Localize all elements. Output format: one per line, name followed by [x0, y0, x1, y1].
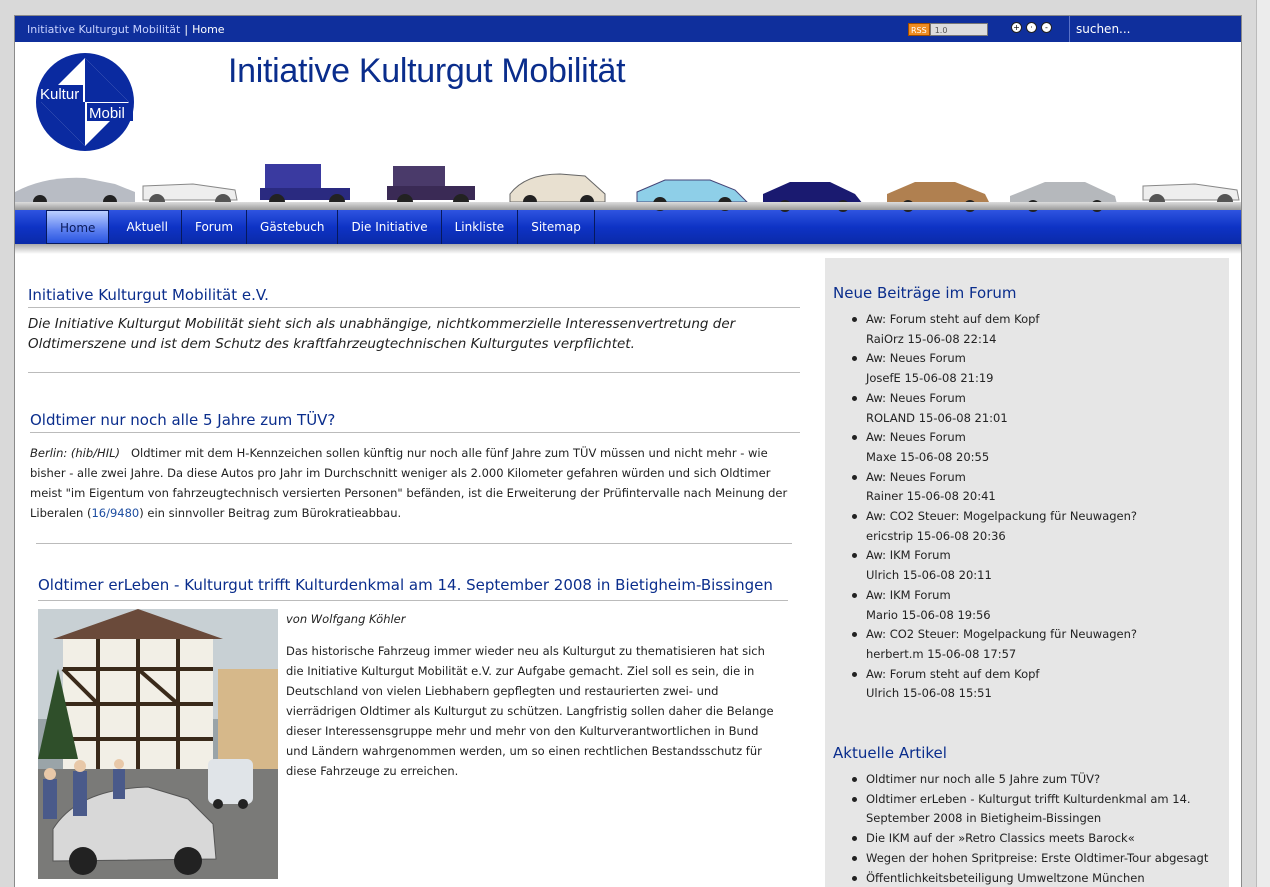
article-list-item[interactable]: Öffentlichkeitsbeteiligung Umweltzone Mü…: [852, 869, 1229, 887]
rss-label: RSS: [908, 23, 930, 36]
forum-post-item: Aw: Neues Forum ROLAND 15-06-08 21:01: [852, 389, 1229, 428]
article-text-b: ) ein sinnvoller Beitrag zum Bürokratiea…: [139, 506, 402, 520]
forum-post-item: Aw: Forum steht auf dem Kopf RaiOrz 15-06…: [852, 310, 1229, 349]
nav-gaestebuch[interactable]: Gästebuch: [247, 210, 339, 244]
article-text-column: von Wolfgang Köhler Das historische Fahr…: [278, 609, 776, 879]
browser-page: Initiative Kulturgut Mobilität | Home RS…: [14, 15, 1242, 887]
article-author: von Wolfgang Köhler: [286, 612, 406, 626]
article-list-item[interactable]: Wegen der hohen Spritpreise: Erste Oldti…: [852, 849, 1229, 869]
forum-post-link[interactable]: Aw: IKM Forum: [866, 588, 951, 602]
article-title[interactable]: Oldtimer erLeben - Kulturgut trifft Kult…: [38, 574, 788, 601]
font-reset-icon[interactable]: ·: [1026, 22, 1037, 33]
forum-post-link[interactable]: Aw: Neues Forum: [866, 351, 966, 365]
nav-shadow: [15, 244, 1241, 254]
top-bar: Initiative Kulturgut Mobilität | Home RS…: [15, 16, 1241, 42]
rss-version: 1.0: [929, 23, 988, 36]
article-list: Oldtimer nur noch alle 5 Jahre zum TÜV? O…: [852, 770, 1229, 887]
forum-post-item: Aw: Neues Forum Maxe 15-06-08 20:55: [852, 428, 1229, 467]
intro-title: Initiative Kulturgut Mobilität e.V.: [28, 286, 800, 308]
main-content: Initiative Kulturgut Mobilität e.V. Die …: [28, 286, 800, 879]
forum-post-link[interactable]: Aw: Forum steht auf dem Kopf: [866, 312, 1039, 326]
nav-linkliste[interactable]: Linkliste: [442, 210, 519, 244]
road-strip: [15, 202, 1241, 210]
font-increase-icon[interactable]: +: [1011, 22, 1022, 33]
site-title: Initiative Kulturgut Mobilität: [228, 52, 626, 90]
breadcrumb-separator: |: [184, 22, 189, 36]
site-header: Kultur Mobil Initiative Kulturgut Mobili…: [15, 42, 1241, 212]
forum-post-meta: Mario 15-06-08 19:56: [866, 607, 991, 622]
forum-post-meta: herbert.m 15-06-08 17:57: [866, 646, 1017, 661]
article-tuev: Oldtimer nur noch alle 5 Jahre zum TÜV? …: [28, 411, 800, 523]
article-body: Berlin: (hib/HIL) Oldtimer mit dem H-Ken…: [30, 443, 800, 523]
nav-aktuell[interactable]: Aktuell: [113, 210, 182, 244]
forum-post-item: Aw: Neues Forum Rainer 15-06-08 20:41: [852, 468, 1229, 507]
forum-post-item: Aw: CO2 Steuer: Mogelpackung für Neuwage…: [852, 507, 1229, 546]
search-input[interactable]: suchen...: [1069, 16, 1241, 42]
nav-home[interactable]: Home: [46, 210, 110, 244]
article-photo[interactable]: [38, 609, 278, 879]
breadcrumb-home[interactable]: Home: [192, 23, 224, 36]
intro-text: Die Initiative Kulturgut Mobilität sieht…: [28, 314, 800, 373]
drucksache-link[interactable]: 16/9480: [91, 506, 139, 520]
forum-post-link[interactable]: Aw: IKM Forum: [866, 548, 951, 562]
sidebar: Neue Beiträge im Forum Aw: Forum steht a…: [825, 258, 1229, 887]
nav-die-initiative[interactable]: Die Initiative: [338, 210, 442, 244]
main-navigation: Home Aktuell Forum Gästebuch Die Initiat…: [15, 210, 1241, 244]
page-scrollbar[interactable]: [1256, 0, 1270, 887]
forum-post-link[interactable]: Aw: Neues Forum: [866, 470, 966, 484]
forum-post-item: Aw: Neues Forum JosefE 15-06-08 21:19: [852, 349, 1229, 388]
logo-text-bottom: Mobil: [89, 105, 125, 122]
forum-post-meta: ROLAND 15-06-08 21:01: [866, 410, 1008, 425]
article-body: von Wolfgang Köhler Das historische Fahr…: [38, 609, 800, 879]
forum-post-link[interactable]: Aw: CO2 Steuer: Mogelpackung für Neuwage…: [866, 627, 1137, 641]
articles-section-title: Aktuelle Artikel: [833, 744, 947, 763]
breadcrumb-site[interactable]: Initiative Kulturgut Mobilität: [27, 23, 180, 36]
forum-post-item: Aw: IKM Forum Mario 15-06-08 19:56: [852, 586, 1229, 625]
article-paragraph: Das historische Fahrzeug immer wieder ne…: [286, 644, 774, 778]
kulturmobil-logo[interactable]: Kultur Mobil: [35, 52, 135, 152]
nav-forum[interactable]: Forum: [182, 210, 248, 244]
forum-post-meta: ericstrip 15-06-08 20:36: [866, 528, 1006, 543]
forum-post-meta: JosefE 15-06-08 21:19: [866, 371, 994, 386]
article-list-item[interactable]: Oldtimer nur noch alle 5 Jahre zum TÜV?: [852, 770, 1229, 790]
rss-feed-button[interactable]: RSS 1.0: [908, 23, 988, 36]
nav-sitemap[interactable]: Sitemap: [518, 210, 595, 244]
article-divider: [36, 543, 792, 544]
article-list-item[interactable]: Oldtimer erLeben - Kulturgut trifft Kult…: [852, 790, 1229, 829]
forum-post-item: Aw: CO2 Steuer: Mogelpackung für Neuwage…: [852, 625, 1229, 664]
forum-post-list: Aw: Forum steht auf dem Kopf RaiOrz 15-06…: [852, 310, 1229, 704]
article-oldtimer-erleben: Oldtimer erLeben - Kulturgut trifft Kult…: [28, 574, 800, 879]
forum-post-link[interactable]: Aw: Neues Forum: [866, 391, 966, 405]
forum-post-meta: Rainer 15-06-08 20:41: [866, 489, 996, 504]
forum-post-meta: Ulrich 15-06-08 20:11: [866, 568, 992, 583]
forum-post-link[interactable]: Aw: Neues Forum: [866, 430, 966, 444]
forum-section-title: Neue Beiträge im Forum: [833, 284, 1017, 302]
font-size-controls: + · -: [1011, 22, 1052, 33]
article-source: Berlin: (hib/HIL): [30, 446, 120, 460]
forum-post-link[interactable]: Aw: Forum steht auf dem Kopf: [866, 667, 1039, 681]
forum-post-item: Aw: IKM Forum Ulrich 15-06-08 20:11: [852, 546, 1229, 585]
forum-post-meta: RaiOrz 15-06-08 22:14: [866, 331, 997, 346]
forum-post-link[interactable]: Aw: CO2 Steuer: Mogelpackung für Neuwage…: [866, 509, 1137, 523]
article-list-item[interactable]: Die IKM auf der »Retro Classics meets Ba…: [852, 829, 1229, 849]
logo-text-top: Kultur: [40, 86, 79, 103]
font-decrease-icon[interactable]: -: [1041, 22, 1052, 33]
article-title[interactable]: Oldtimer nur noch alle 5 Jahre zum TÜV?: [30, 411, 800, 433]
forum-post-meta: Maxe 15-06-08 20:55: [866, 449, 990, 464]
forum-post-item: Aw: Forum steht auf dem Kopf Ulrich 15-06…: [852, 665, 1229, 704]
forum-post-meta: Ulrich 15-06-08 15:51: [866, 686, 992, 701]
